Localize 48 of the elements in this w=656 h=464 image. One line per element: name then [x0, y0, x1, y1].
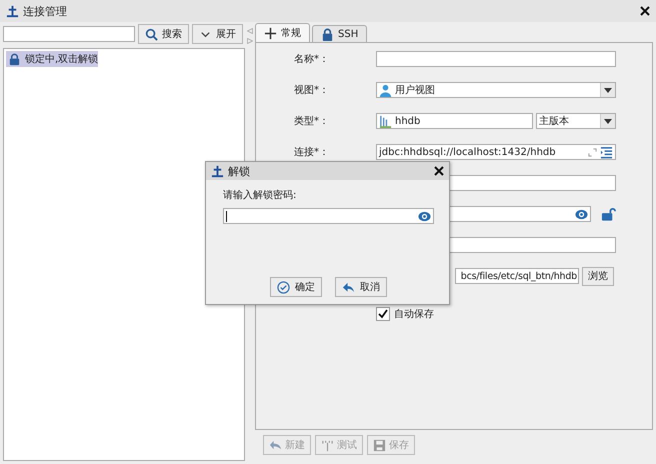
view-dropdown[interactable]: 用户视图	[376, 82, 616, 98]
unlocked-icon[interactable]	[601, 207, 616, 221]
field-label: 连接*：	[294, 147, 329, 158]
plus-icon	[264, 26, 277, 40]
field-label: 名称*：	[294, 54, 329, 65]
tree-item[interactable]: 锁定中,双击解锁	[6, 51, 98, 67]
type-field[interactable]: hhdb	[376, 113, 533, 129]
tab[interactable]: SSH	[312, 25, 368, 42]
password-prompt: 请输入解锁密码:	[223, 188, 298, 202]
eye-icon[interactable]	[418, 210, 431, 222]
close-icon[interactable]	[640, 6, 650, 16]
lock-icon	[8, 52, 21, 66]
field-label: 视图*：	[294, 85, 329, 96]
field-label: 类型*：	[294, 116, 329, 127]
app-icon	[211, 164, 224, 178]
checkbox-label: 自动保存	[394, 308, 434, 321]
input-field[interactable]	[376, 51, 616, 67]
check-circle-icon	[277, 280, 290, 294]
back-arrow-icon	[342, 280, 355, 294]
app-icon	[6, 4, 19, 18]
dropdown-arrow-icon	[604, 88, 612, 92]
expand-button[interactable]: 展开	[192, 24, 243, 44]
save-icon	[373, 438, 386, 452]
signal-icon	[321, 438, 334, 452]
dropdown-arrow-icon	[604, 118, 612, 124]
autosave-checkbox[interactable]	[376, 307, 390, 321]
eye-icon[interactable]	[575, 208, 588, 220]
close-icon[interactable]	[434, 166, 444, 176]
list-icon[interactable]	[600, 146, 613, 158]
search-icon	[145, 28, 158, 40]
tree-item-label: 锁定中,双击解锁	[25, 52, 98, 66]
search-field[interactable]	[3, 26, 135, 42]
expand-icon[interactable]	[588, 148, 597, 156]
lock-icon	[321, 28, 334, 40]
connection-field[interactable]: jdbc:hhdbsql://localhost:1432/hhdb	[376, 144, 616, 160]
cancel-button[interactable]: 取消	[335, 277, 387, 297]
arrow-icon	[269, 438, 282, 452]
browse-button[interactable]: 浏览	[582, 266, 614, 286]
person-icon	[379, 84, 392, 96]
checkmark-icon	[377, 308, 389, 320]
password-field[interactable]	[223, 208, 434, 224]
dialog-title: 解锁	[228, 164, 251, 178]
window-title: 连接管理	[23, 4, 68, 18]
ok-button[interactable]: 确定	[270, 277, 322, 297]
search-button[interactable]: 搜索	[138, 24, 189, 44]
path-field[interactable]: bcs/files/etc/sql_btn/hhdb	[455, 268, 579, 284]
tab[interactable]: 常规	[255, 23, 310, 42]
version-dropdown[interactable]: 主版本	[536, 113, 616, 129]
